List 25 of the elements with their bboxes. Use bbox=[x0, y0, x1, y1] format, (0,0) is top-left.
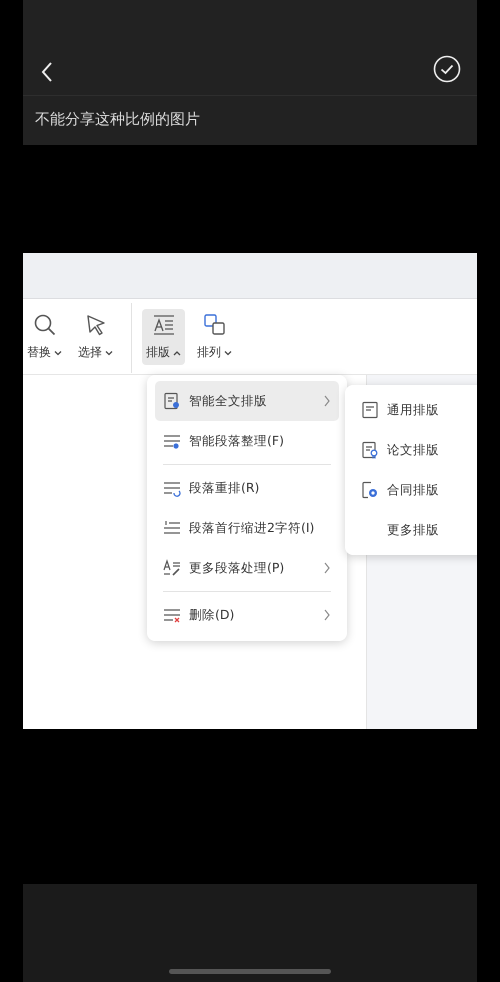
search-icon bbox=[32, 313, 56, 337]
submenu-item[interactable]: 更多排版 bbox=[345, 510, 477, 550]
menu-item[interactable]: 更多段落处理(P) bbox=[155, 548, 339, 588]
ribbon-tool-button[interactable]: 排版 bbox=[142, 309, 185, 365]
menu-item[interactable]: 智能段落整理(F) bbox=[155, 421, 339, 461]
document-icon bbox=[361, 401, 379, 419]
text-edit-icon bbox=[163, 559, 181, 577]
menu-item[interactable]: 段落首行缩进2字符(I) bbox=[155, 508, 339, 548]
document-icon bbox=[163, 392, 181, 410]
document-seal-icon bbox=[361, 481, 379, 499]
menu-item[interactable]: 删除(D) bbox=[155, 595, 339, 635]
ribbon-tool-button[interactable]: 排列 bbox=[193, 309, 236, 365]
menu-item[interactable]: 段落重排(R) bbox=[155, 468, 339, 508]
check-circle-icon[interactable] bbox=[433, 55, 461, 83]
ribbon-tool-button[interactable]: 替换 bbox=[23, 309, 66, 365]
submenu-item[interactable]: 合同排版 bbox=[345, 470, 477, 510]
back-icon[interactable] bbox=[40, 61, 54, 83]
share-warning-text: 不能分享这种比例的图片 bbox=[34, 109, 201, 129]
ribbon-tool-button[interactable]: 选择 bbox=[74, 309, 117, 365]
submenu-item[interactable]: 通用排版 bbox=[345, 390, 477, 430]
menu-item[interactable]: 智能全文排版 bbox=[155, 381, 339, 421]
submenu-item[interactable]: 论文排版 bbox=[345, 430, 477, 470]
arrange-icon bbox=[202, 313, 226, 337]
document-badge-icon bbox=[361, 441, 379, 459]
text-layout-icon bbox=[152, 313, 176, 337]
